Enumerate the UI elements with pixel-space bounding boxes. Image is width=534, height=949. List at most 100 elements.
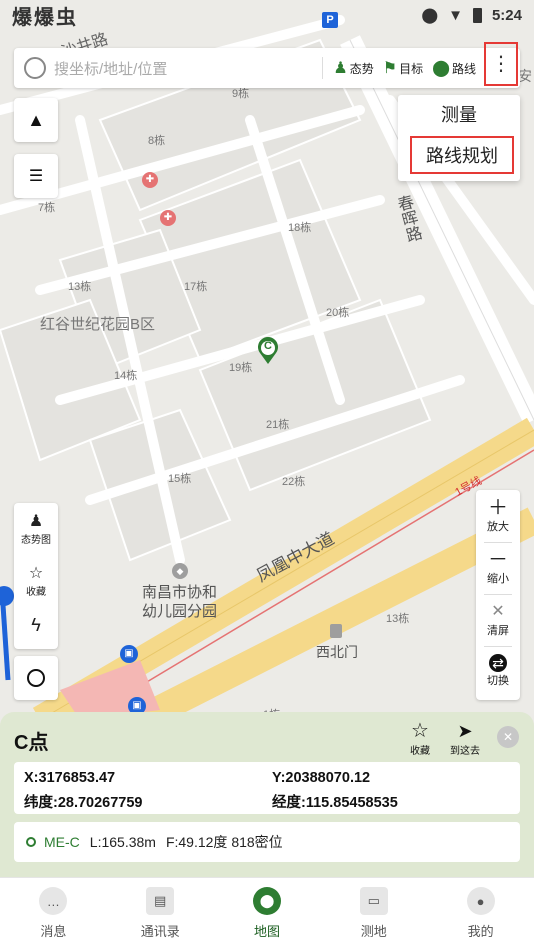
nav-survey[interactable]: ▭ 测地 — [320, 878, 427, 949]
search-input[interactable]: 搜坐标/地址/位置 — [54, 58, 322, 79]
user-icon: ● — [466, 887, 495, 915]
district-label: 红谷世纪花园B区 — [40, 316, 156, 333]
compass-button[interactable]: ▲ — [14, 98, 58, 142]
zoom-out-button[interactable]: － 缩小 — [476, 550, 520, 586]
close-icon: ✕ — [502, 730, 514, 744]
target-button[interactable]: ⚑ 目标 — [383, 58, 423, 78]
building-label: 13栋 — [386, 613, 410, 625]
navigate-here-button[interactable]: ➤ 到这去 — [450, 720, 480, 757]
star-icon: ☆ — [411, 720, 429, 742]
wifi-icon: ▼ — [448, 6, 463, 24]
favorite-button[interactable]: ☆ 收藏 — [14, 563, 58, 598]
eraser-icon: ✕ — [491, 603, 505, 620]
pin-icon[interactable]: ✚ — [160, 210, 176, 226]
panel-favorite-button[interactable]: ☆ 收藏 — [410, 720, 430, 757]
list-button[interactable]: ☰ — [14, 154, 58, 198]
nav-survey-label: 测地 — [360, 924, 387, 939]
zoom-in-button[interactable]: ＋ 放大 — [476, 498, 520, 534]
nav-contacts[interactable]: ▤ 通讯录 — [107, 878, 214, 949]
building-label: 8栋 — [148, 135, 166, 147]
building-label: 14栋 — [114, 370, 138, 382]
nav-map-label: 地图 — [253, 924, 280, 939]
school-icon: ◆ — [172, 563, 188, 579]
latitude: 纬度:28.70267759 — [24, 795, 143, 811]
building-label: 19栋 — [229, 362, 253, 374]
divider — [484, 594, 512, 595]
coordinates-box: X:3176853.47 Y:20388070.12 纬度:28.7026775… — [14, 762, 520, 814]
divider — [322, 57, 324, 79]
bus-stop-icon: ▣ — [120, 645, 138, 663]
device-name: ME-C — [44, 834, 80, 850]
star-icon: ☆ — [28, 565, 44, 582]
nav-me[interactable]: ● 我的 — [427, 878, 534, 949]
building-label: 7栋 — [38, 202, 56, 214]
nav-contacts-label: 通讯录 — [140, 924, 180, 939]
menu-item-route-plan[interactable]: 路线规划 — [410, 136, 514, 174]
route-label: 路线 — [451, 61, 476, 76]
nav-messages[interactable]: … 消息 — [0, 878, 107, 949]
more-menu-button[interactable]: ⋮ — [484, 42, 518, 86]
route-button[interactable]: ⬤ 路线 — [432, 58, 476, 78]
building-label: 18栋 — [288, 222, 312, 234]
nav-map[interactable]: ⬤ 地图 — [214, 878, 321, 949]
close-panel-button[interactable]: ✕ — [497, 726, 519, 748]
crosshair-icon — [27, 669, 45, 687]
nav-me-label: 我的 — [467, 924, 494, 939]
divider — [484, 542, 512, 543]
device-status-icon — [26, 837, 36, 847]
minus-icon: － — [488, 549, 508, 571]
poi-label-school: 南昌市协和 幼儿园分园 — [142, 584, 218, 620]
list-icon: ☰ — [28, 168, 44, 185]
point-info-panel: C点 ☆ 收藏 ➤ 到这去 ✕ X:3176853.47 Y:20388070.… — [0, 712, 534, 877]
compass-icon: ▲ — [27, 109, 45, 130]
plus-icon: ＋ — [488, 497, 508, 519]
zoom-in-label: 放大 — [487, 521, 509, 533]
left-toolbar: ♟ 态势图 ☆ 收藏 ϟ — [14, 503, 58, 649]
building-label: 15栋 — [168, 473, 192, 485]
bottom-nav: … 消息 ▤ 通讯录 ⬤ 地图 ▭ 测地 ● 我的 — [0, 877, 534, 949]
flag-icon: ⚑ — [382, 60, 398, 77]
pin-icon[interactable]: ✚ — [142, 172, 158, 188]
navigate-arrow-icon: ➤ — [457, 721, 473, 741]
right-toolbar: ＋ 放大 － 缩小 ✕ 清屏 ⇄ 切换 — [476, 490, 520, 700]
location-marker-c[interactable]: C — [256, 337, 280, 365]
marker-letter: C — [264, 340, 272, 352]
lightning-icon: ϟ — [31, 615, 41, 635]
building-label: 13栋 — [68, 281, 92, 293]
clear-label: 清屏 — [487, 625, 509, 637]
search-icon[interactable] — [24, 57, 46, 79]
menu-item-measure[interactable]: 测量 — [398, 101, 520, 127]
target-label: 目标 — [399, 61, 424, 76]
flash-button[interactable]: ϟ — [14, 615, 58, 636]
gate-icon — [330, 624, 342, 638]
longitude: 经度:115.85458535 — [272, 795, 398, 811]
more-vertical-icon: ⋮ — [491, 53, 511, 75]
clear-screen-button[interactable]: ✕ 清屏 — [476, 602, 520, 638]
building-label: 17栋 — [184, 281, 208, 293]
navigate-label: 到这去 — [450, 746, 480, 757]
situation-map-label: 态势图 — [21, 535, 51, 546]
building-label: 21栋 — [266, 419, 290, 431]
bearing-value: F:49.12度 818密位 — [165, 834, 283, 850]
app-name: 爆爆虫 — [12, 6, 78, 29]
situation-label: 态势 — [349, 61, 374, 76]
location-status-icon: ⬤ — [421, 7, 439, 24]
person-icon: ♟ — [28, 513, 44, 530]
favorite-label: 收藏 — [26, 587, 46, 598]
switch-layer-button[interactable]: ⇄ 切换 — [476, 654, 520, 688]
situation-button[interactable]: ♟ 态势 — [333, 58, 373, 78]
clock: 5:24 — [491, 6, 522, 24]
situation-map-button[interactable]: ♟ 态势图 — [14, 511, 58, 546]
search-bar: 搜坐标/地址/位置 ♟ 态势 ⚑ 目标 ⬤ 路线 ⋮ — [14, 42, 520, 88]
locate-button[interactable] — [14, 656, 58, 700]
switch-icon: ⇄ — [489, 654, 507, 672]
person-icon: ♟ — [333, 60, 348, 77]
more-menu-dropdown: 测量 路线规划 — [398, 95, 520, 181]
briefcase-icon: ▭ — [359, 887, 388, 915]
poi-label-gate: 西北门 — [316, 644, 358, 660]
device-info-box: ME-C L:165.38m F:49.12度 818密位 — [14, 822, 520, 862]
divider — [484, 646, 512, 647]
building-label: 22栋 — [282, 476, 306, 488]
battery-icon — [472, 7, 482, 23]
contacts-icon: ▤ — [146, 887, 175, 915]
